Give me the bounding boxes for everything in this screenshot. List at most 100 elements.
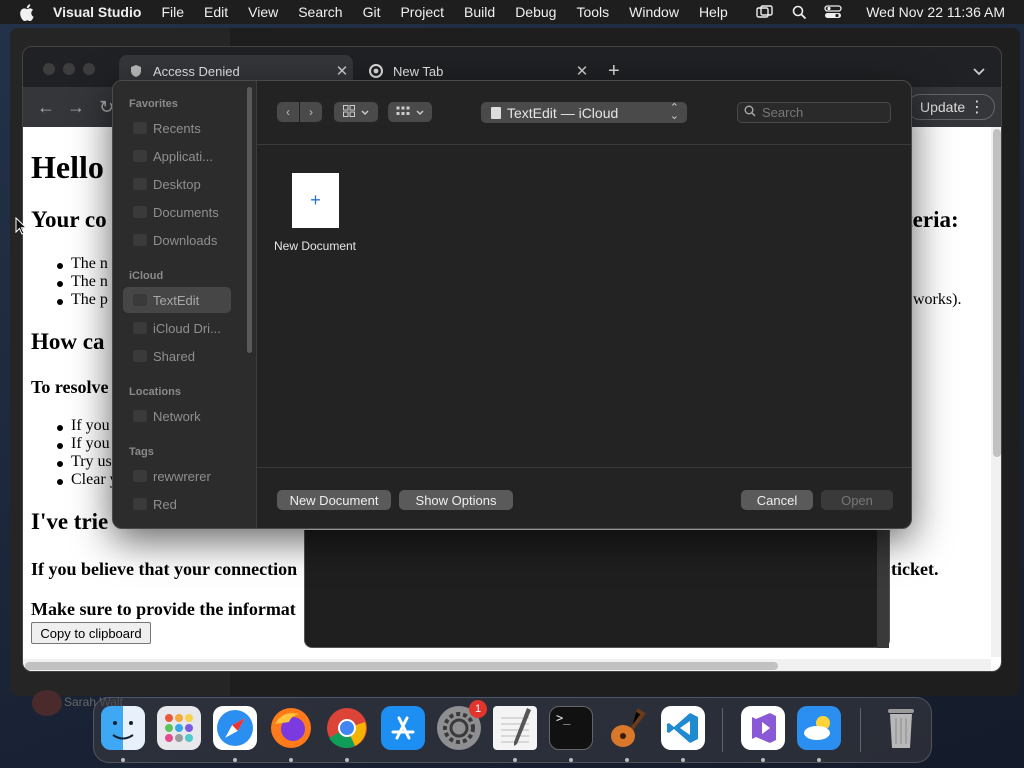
apple-icon[interactable] — [19, 3, 35, 21]
group-by-button[interactable] — [388, 102, 432, 122]
sidebar-item-label: Network — [153, 408, 201, 424]
plus-icon: + — [310, 190, 321, 210]
search-field[interactable] — [737, 102, 891, 123]
chevron-down-icon — [416, 105, 424, 119]
menu-git[interactable]: Git — [363, 4, 381, 20]
tag-icon — [133, 498, 147, 510]
safari-icon[interactable] — [213, 706, 257, 750]
screen-mirroring-icon[interactable] — [756, 4, 774, 20]
new-tab-button[interactable]: + — [608, 61, 620, 81]
sidebar-item-label: Downloads — [153, 232, 218, 248]
dialog-sidebar: Favorites Recents Applicati... Desktop D… — [113, 81, 257, 528]
sidebar-item-recents[interactable]: Recents — [123, 115, 231, 141]
running-indicator — [121, 758, 125, 762]
subheading-ticket: ticket. — [891, 559, 939, 579]
sidebar-item-label: Recents — [153, 120, 201, 136]
back-arrow-icon[interactable]: ← — [37, 97, 55, 118]
window-minimize-button[interactable] — [63, 63, 75, 75]
menu-help[interactable]: Help — [699, 4, 728, 20]
search-input[interactable] — [762, 105, 882, 120]
sidebar-item-textedit[interactable]: TextEdit — [123, 287, 231, 313]
trash-icon[interactable] — [879, 706, 923, 750]
shield-icon — [129, 64, 143, 78]
sidebar-item-icloud-drive[interactable]: iCloud Dri... — [123, 315, 231, 341]
menu-search[interactable]: Search — [298, 4, 342, 20]
running-indicator — [345, 758, 349, 762]
section-heading-criteria-end: teria: — [905, 207, 959, 232]
menu-view[interactable]: View — [248, 4, 278, 20]
vertical-scrollbar[interactable] — [991, 127, 1001, 657]
tag-icon — [133, 470, 147, 482]
list-bullet — [57, 479, 63, 485]
panel-scrollbar[interactable] — [877, 530, 889, 648]
menu-window[interactable]: Window — [629, 4, 679, 20]
update-button[interactable]: Update ⋮ — [907, 94, 995, 120]
vscode-icon[interactable] — [661, 706, 705, 750]
list-bullet — [57, 299, 63, 305]
shared-folder-icon — [133, 350, 147, 362]
chevron-down-icon[interactable] — [973, 63, 985, 81]
new-document-tile[interactable]: + — [292, 173, 339, 228]
sidebar-item-documents[interactable]: Documents — [123, 199, 231, 225]
list-item: Clear y — [71, 471, 118, 488]
menu-file[interactable]: File — [161, 4, 184, 20]
location-popup[interactable]: TextEdit — iCloud ⌃ ⌄ — [481, 102, 687, 123]
list-item: The n — [71, 255, 108, 272]
app-store-icon[interactable] — [381, 706, 425, 750]
close-tab-icon[interactable]: ✕ — [575, 62, 589, 80]
list-bullet — [57, 461, 63, 467]
window-zoom-button[interactable] — [83, 63, 95, 75]
scrollbar-thumb[interactable] — [993, 129, 1001, 457]
finder-icon[interactable] — [101, 706, 145, 750]
forward-arrow-icon[interactable]: → — [67, 97, 85, 118]
location-label: TextEdit — iCloud — [507, 104, 619, 121]
more-options-icon[interactable]: ⋮ — [969, 97, 985, 117]
mouse-pointer-icon — [15, 216, 28, 240]
horizontal-scrollbar[interactable] — [23, 659, 991, 671]
menu-edit[interactable]: Edit — [204, 4, 228, 20]
menu-build[interactable]: Build — [464, 4, 495, 20]
open-button[interactable]: Open — [821, 490, 893, 510]
close-tab-icon[interactable]: ✕ — [335, 62, 349, 80]
icon-view-button[interactable] — [334, 102, 378, 122]
weather-icon[interactable] — [797, 706, 841, 750]
sidebar-item-network[interactable]: Network — [123, 403, 231, 429]
menubar-clock[interactable]: Wed Nov 22 11:36 AM — [866, 4, 1005, 20]
new-document-button[interactable]: New Document — [277, 490, 391, 510]
sidebar-item-applications[interactable]: Applicati... — [123, 143, 231, 169]
back-button[interactable]: ‹ — [277, 102, 299, 122]
document-icon — [133, 206, 147, 218]
dock-separator — [860, 708, 861, 752]
sidebar-item-tag-red[interactable]: Red — [123, 491, 231, 517]
forward-button[interactable]: › — [300, 102, 322, 122]
sidebar-item-desktop[interactable]: Desktop — [123, 171, 231, 197]
list-bullet — [57, 263, 63, 269]
scrollbar-thumb[interactable] — [25, 662, 778, 670]
show-options-button[interactable]: Show Options — [399, 490, 513, 510]
chrome-icon[interactable] — [325, 706, 369, 750]
control-center-icon[interactable] — [824, 4, 842, 20]
copy-to-clipboard-button[interactable]: Copy to clipboard — [31, 622, 151, 644]
sidebar-item-downloads[interactable]: Downloads — [123, 227, 231, 253]
visual-studio-icon[interactable] — [741, 706, 785, 750]
sidebar-item-tag-rewwrerer[interactable]: rewwrerer — [123, 463, 231, 489]
menu-project[interactable]: Project — [400, 4, 444, 20]
terminal-icon[interactable]: >_ — [549, 706, 593, 750]
underlying-sheet-panel — [304, 530, 890, 648]
sidebar-section-locations: Locations — [129, 386, 181, 398]
spotlight-search-icon[interactable] — [790, 4, 808, 20]
garageband-icon[interactable] — [605, 706, 649, 750]
app-name[interactable]: Visual Studio — [53, 4, 141, 20]
sidebar-scrollbar[interactable] — [247, 87, 252, 353]
textedit-icon[interactable] — [493, 706, 537, 750]
cancel-button[interactable]: Cancel — [741, 490, 813, 510]
window-close-button[interactable] — [43, 63, 55, 75]
sidebar-item-label: Desktop — [153, 176, 201, 192]
launchpad-icon[interactable] — [157, 706, 201, 750]
new-document-tile-label[interactable]: New Document — [267, 239, 363, 253]
list-item: Try us — [71, 453, 112, 470]
sidebar-item-shared[interactable]: Shared — [123, 343, 231, 369]
menu-tools[interactable]: Tools — [576, 4, 609, 20]
menu-debug[interactable]: Debug — [515, 4, 556, 20]
firefox-icon[interactable] — [269, 706, 313, 750]
